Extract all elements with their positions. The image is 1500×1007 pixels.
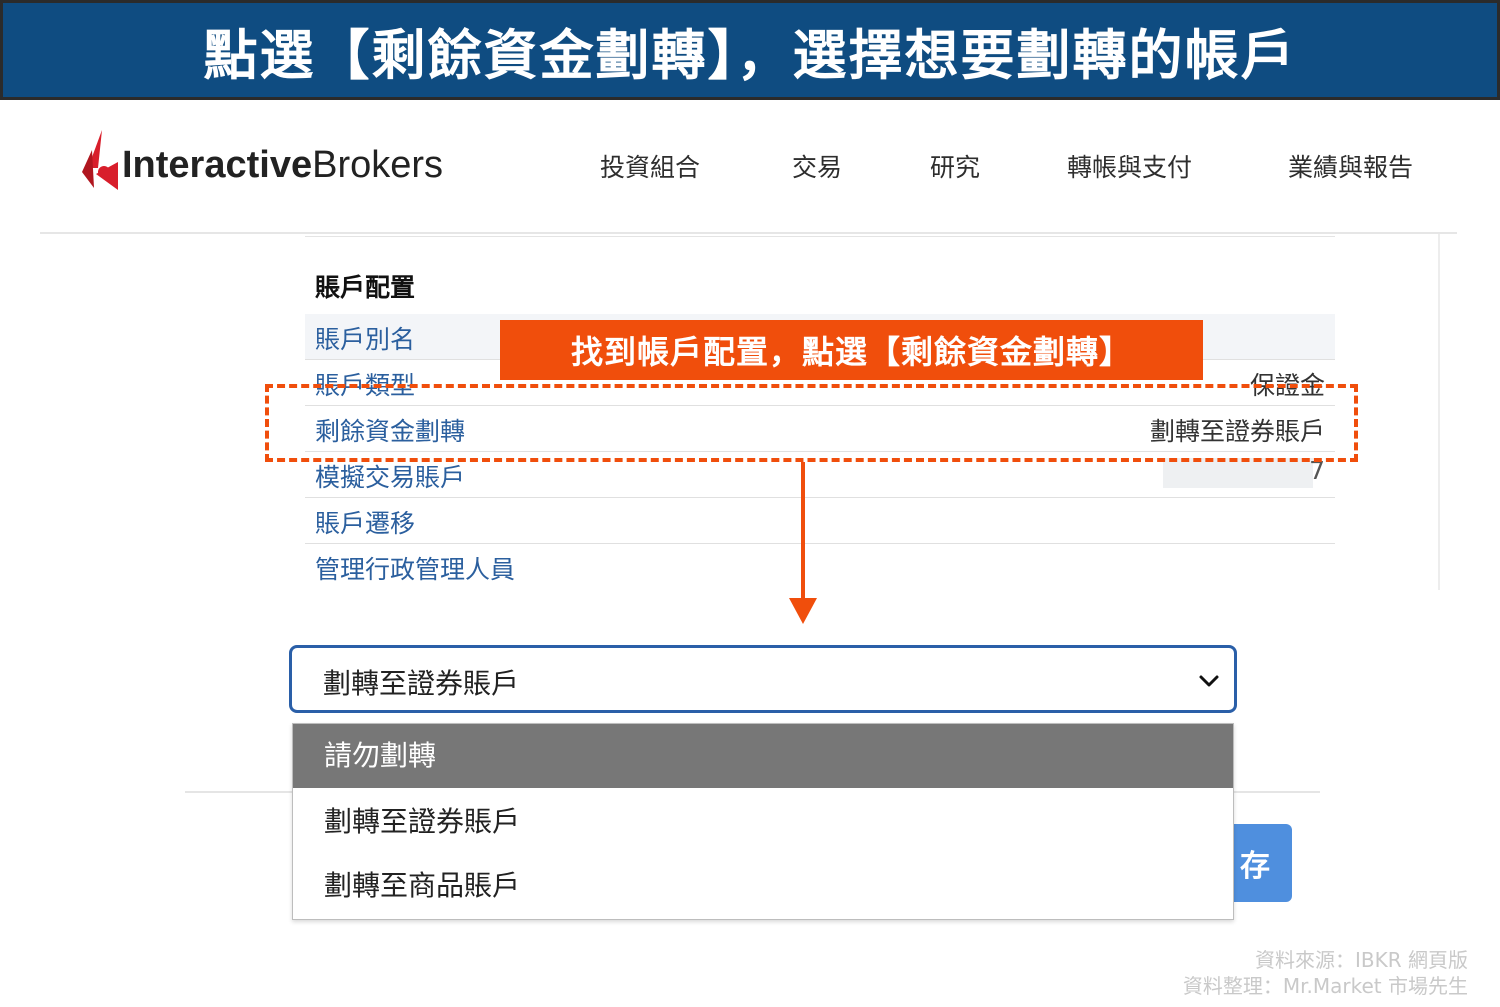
settings-row-admin-manager[interactable]: 管理行政管理人員 <box>305 544 1335 590</box>
excess-funds-sweep-select[interactable]: 劃轉至證券賬戶 <box>289 645 1237 713</box>
chevron-down-icon <box>1199 675 1219 687</box>
row-label[interactable]: 賬戶遷移 <box>315 504 415 540</box>
ib-logo[interactable]: InteractiveBrokers <box>80 128 443 192</box>
panel-right-edge <box>1438 234 1440 590</box>
save-button-label: 存 <box>1240 849 1270 884</box>
source-credit: 資料來源：IBKR 網頁版 <box>1255 948 1468 972</box>
title-banner: 點選【剩餘資金劃轉】，選擇想要劃轉的帳戶 <box>0 0 1500 100</box>
compiled-by-credit: 資料整理：Mr.Market 市場先生 <box>1182 974 1468 998</box>
arrow-down-icon <box>789 598 817 624</box>
highlight-dashed-box <box>265 384 1358 462</box>
option-sweep-to-commodities[interactable]: 劃轉至商品賬戶 <box>293 854 1233 918</box>
logo-word-interactive: Interactive <box>122 143 313 186</box>
nav-trade[interactable]: 交易 <box>792 148 842 184</box>
redacted-account-number <box>1163 458 1313 488</box>
app-header: InteractiveBrokers 投資組合 交易 研究 轉帳與支付 業績與報… <box>40 100 1457 234</box>
select-dropdown-menu: 請勿劃轉 劃轉至證券賬戶 劃轉至商品賬戶 <box>292 723 1234 920</box>
nav-transfer-pay[interactable]: 轉帳與支付 <box>1067 148 1192 184</box>
settings-row-account-migration[interactable]: 賬戶遷移 <box>305 498 1335 544</box>
banner-title: 點選【剩餘資金劃轉】，選擇想要劃轉的帳戶 <box>203 23 1297 87</box>
option-sweep-to-securities[interactable]: 劃轉至證券賬戶 <box>293 790 1233 854</box>
section-title-account-config: 賬戶配置 <box>315 273 416 302</box>
row-label[interactable]: 管理行政管理人員 <box>315 550 515 586</box>
nav-performance-reports[interactable]: 業績與報告 <box>1288 148 1413 184</box>
ib-flame-icon <box>82 130 118 190</box>
option-do-not-sweep[interactable]: 請勿劃轉 <box>293 724 1233 788</box>
logo-word-brokers: Brokers <box>312 143 444 186</box>
row-label[interactable]: 模擬交易賬戶 <box>315 458 465 494</box>
annotation-callout: 找到帳戶配置，點選【剩餘資金劃轉】 <box>500 320 1203 380</box>
row-label[interactable]: 賬戶別名 <box>315 320 415 356</box>
nav-portfolio[interactable]: 投資組合 <box>600 148 700 184</box>
logo-wordmark: InteractiveBrokers <box>122 144 443 187</box>
annotation-arrow-line <box>801 462 805 600</box>
nav-research[interactable]: 研究 <box>930 148 980 184</box>
panel-top-divider <box>305 236 1335 237</box>
select-current-value: 劃轉至證券賬戶 <box>323 667 520 700</box>
